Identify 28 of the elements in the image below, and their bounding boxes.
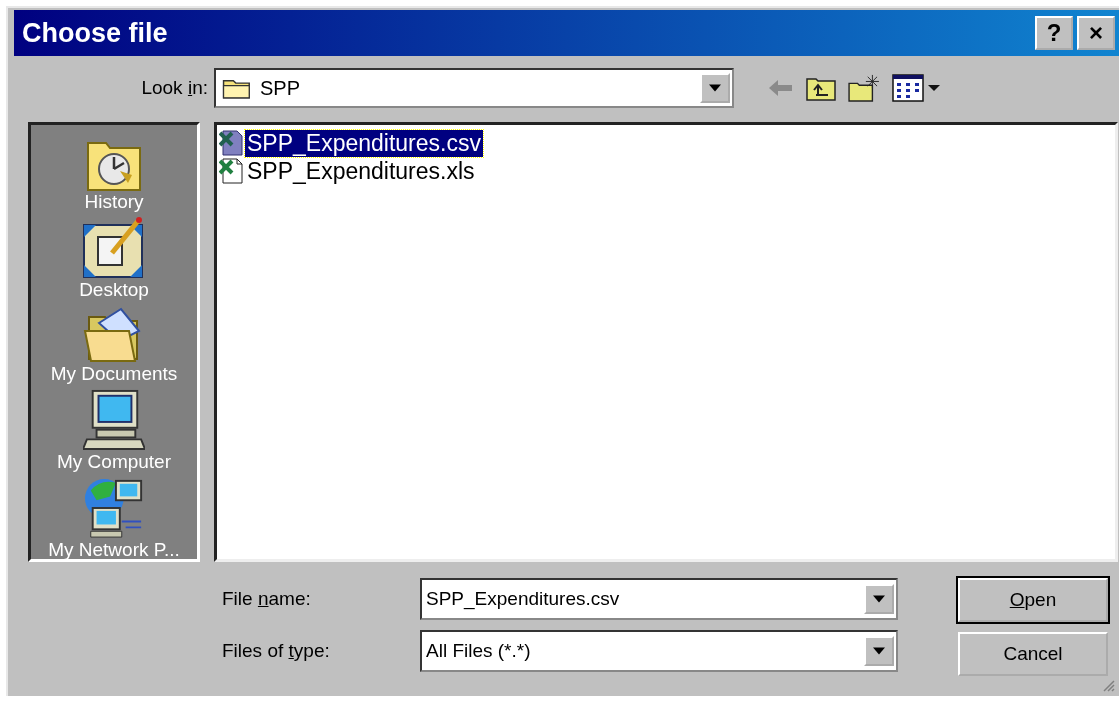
- resize-grip-icon[interactable]: [1101, 678, 1115, 692]
- new-folder-icon[interactable]: [848, 74, 880, 102]
- window-title: Choose file: [22, 17, 168, 49]
- file-item[interactable]: SPP_Expenditures.csv: [219, 129, 1113, 157]
- desktop-icon: [82, 217, 146, 279]
- place-item[interactable]: Desktop: [79, 213, 149, 301]
- place-item[interactable]: My Network P...: [48, 473, 180, 561]
- spreadsheet-file-icon: [219, 158, 243, 184]
- file-name-label: File name:: [221, 588, 312, 610]
- place-item[interactable]: History: [84, 131, 144, 213]
- computer-icon: [83, 389, 145, 451]
- view-menu-icon[interactable]: [892, 74, 942, 102]
- close-button[interactable]: ×: [1077, 16, 1115, 50]
- place-item[interactable]: My Computer: [57, 385, 171, 473]
- file-type-label: Files of type:: [221, 640, 331, 662]
- file-item[interactable]: SPP_Expenditures.xls: [219, 157, 1113, 185]
- network-icon: [83, 477, 145, 539]
- look-in-dropdown[interactable]: SPP: [214, 68, 734, 108]
- open-button[interactable]: Open: [958, 578, 1108, 622]
- file-name-field[interactable]: SPP_Expenditures.csv: [420, 578, 898, 620]
- up-folder-icon[interactable]: [806, 75, 836, 101]
- cancel-button[interactable]: Cancel: [958, 632, 1108, 676]
- place-item[interactable]: My Documents: [50, 301, 178, 385]
- file-type-dropdown[interactable]: All Files (*.*): [420, 630, 898, 672]
- look-in-label: Look in:: [140, 77, 209, 99]
- help-button[interactable]: ?: [1035, 16, 1073, 50]
- folder-icon: [222, 77, 252, 99]
- spreadsheet-file-icon: [219, 130, 243, 156]
